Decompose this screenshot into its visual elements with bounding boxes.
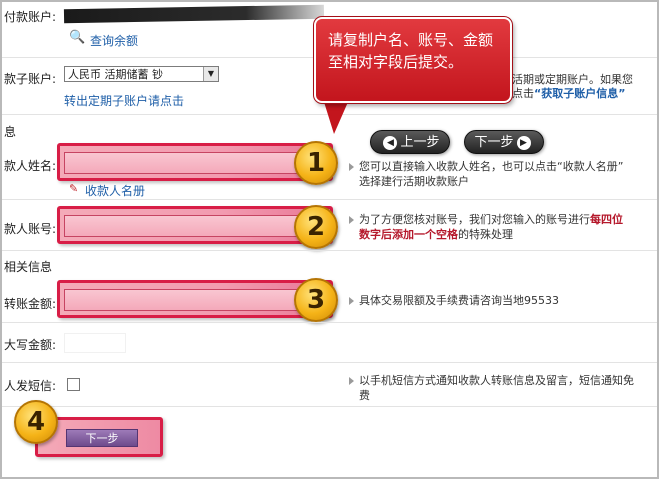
- submit-next-button[interactable]: 下一步: [66, 429, 138, 447]
- get-sub-account-link[interactable]: “获取子账户信息”: [534, 87, 625, 100]
- sub-account-note-2: 点击“获取子账户信息”: [512, 86, 625, 101]
- transfer-amount-input[interactable]: [64, 289, 314, 311]
- pay-account-label: 付款账户:: [4, 10, 57, 24]
- divider: [2, 406, 657, 407]
- payee-book-link[interactable]: 收款人名册: [85, 182, 145, 199]
- sms-note-2: 费: [359, 389, 370, 402]
- transfer-amount-label: 转账金额:: [4, 297, 57, 311]
- divider: [2, 199, 657, 200]
- arrow-left-icon: ◀: [383, 135, 398, 150]
- payee-name-input[interactable]: [64, 152, 314, 174]
- payee-account-note-2-text: 的特殊处理: [458, 228, 513, 241]
- step-badge-4: 4: [14, 400, 58, 444]
- payee-name-label: 款人姓名:: [4, 159, 57, 173]
- pay-account-redacted: [63, 4, 325, 24]
- payee-account-note-emphasis-2: 数字后添加一个空格: [359, 228, 458, 241]
- bullet-arrow-icon: [349, 377, 354, 385]
- bullet-arrow-icon: [349, 216, 354, 224]
- payee-book-icon: ✎: [69, 182, 79, 195]
- payee-account-note-1-text: 为了方便您核对账号，我们对您输入的账号进行: [359, 213, 590, 226]
- bullet-arrow-icon: [349, 297, 354, 305]
- transfer-amount-highlight: [57, 280, 333, 318]
- amount-upper-value: [64, 333, 126, 353]
- payee-account-highlight: [57, 206, 333, 244]
- sms-checkbox[interactable]: [67, 378, 80, 391]
- payee-account-label: 款人账号:: [4, 222, 57, 236]
- payee-name-highlight: [57, 143, 333, 181]
- section-payee-heading: 息: [4, 125, 17, 139]
- divider: [2, 250, 657, 251]
- instruction-callout: 请复制户名、账号、金额至相对字段后提交。: [313, 16, 513, 104]
- arrow-right-icon: ▶: [516, 135, 531, 150]
- payee-name-note-1: 您可以直接输入收款人姓名，也可以点击“收款人名册”: [359, 160, 624, 173]
- sub-account-select-value: 人民币 活期储蓄 钞: [68, 68, 163, 81]
- payee-name-note-2: 选择建行活期收款账户: [359, 175, 469, 188]
- transfer-form-screenshot: 付款账户: 🔍 查询余额 款子账户: 人民币 活期储蓄 钞 ▼ 转出定期子账户请…: [0, 0, 659, 479]
- payee-account-note-1: 为了方便您核对账号，我们对您输入的账号进行每四位: [359, 212, 623, 227]
- transfer-out-link[interactable]: 转出定期子账户请点击: [64, 92, 184, 109]
- query-balance-icon: 🔍: [69, 30, 86, 45]
- sub-account-note-1: 活期或定期账户。如果您: [512, 73, 633, 86]
- sub-account-note-2-text: 点击: [512, 87, 534, 100]
- sub-account-select[interactable]: 人民币 活期储蓄 钞 ▼: [64, 66, 219, 82]
- prev-step-button[interactable]: ◀ 上一步: [370, 130, 450, 154]
- query-balance-link[interactable]: 查询余额: [90, 32, 138, 49]
- next-step-button[interactable]: 下一步 ▶: [464, 130, 544, 154]
- amount-upper-label: 大写金额:: [4, 338, 57, 352]
- callout-tail: [324, 102, 348, 134]
- section-related-heading: 相关信息: [4, 260, 53, 274]
- sms-label: 人发短信:: [4, 379, 57, 393]
- divider: [2, 362, 657, 363]
- step-badge-1: 1: [294, 141, 338, 185]
- payee-account-input[interactable]: [64, 215, 314, 237]
- sms-note-1: 以手机短信方式通知收款人转账信息及留言，短信通知免: [359, 374, 634, 387]
- chevron-down-icon: ▼: [203, 67, 218, 81]
- prev-step-label: 上一步: [400, 135, 440, 150]
- bullet-arrow-icon: [349, 163, 354, 171]
- payee-account-note-emphasis-1: 每四位: [590, 213, 623, 226]
- transfer-amount-note: 具体交易限额及手续费请咨询当地95533: [359, 294, 559, 307]
- step-badge-2: 2: [294, 205, 338, 249]
- sub-account-label: 款子账户:: [4, 72, 57, 86]
- next-step-label: 下一步: [474, 135, 514, 150]
- step-badge-3: 3: [294, 278, 338, 322]
- divider: [2, 322, 657, 323]
- payee-account-note-2: 数字后添加一个空格的特殊处理: [359, 227, 513, 242]
